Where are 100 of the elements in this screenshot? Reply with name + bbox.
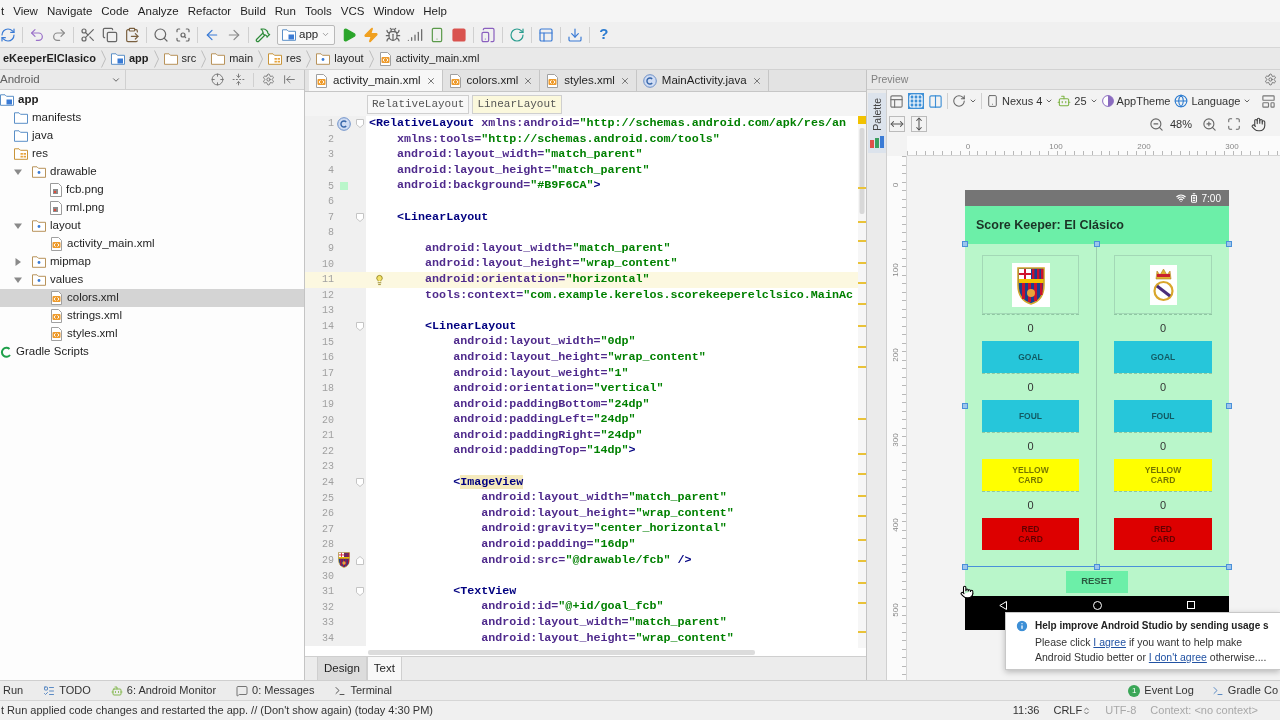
resize-handle[interactable] <box>1094 241 1100 247</box>
bug-icon[interactable] <box>385 26 402 43</box>
editor-mode-tab[interactable]: Design <box>317 657 367 680</box>
tree-item[interactable]: rml.png <box>0 199 304 217</box>
resize-handle[interactable] <box>962 403 968 409</box>
undo-icon[interactable] <box>29 26 45 43</box>
breadcrumb[interactable]: eKeeperElClasico <box>0 50 99 67</box>
tree-item[interactable]: manifests <box>0 109 304 127</box>
disclosure-arrow-icon[interactable] <box>14 258 22 266</box>
editor-tab[interactable]: activity_main.xml <box>309 70 443 91</box>
tool-window-button[interactable]: 0: Messages <box>236 682 315 699</box>
tree-item[interactable]: values <box>0 271 304 289</box>
redo-icon[interactable] <box>51 26 67 43</box>
tree-item[interactable]: strings.xml <box>0 307 304 325</box>
download-icon[interactable] <box>567 26 584 43</box>
menu-item[interactable]: t <box>0 4 6 18</box>
tree-item[interactable]: fcb.png <box>0 181 304 199</box>
menu-item[interactable]: Window <box>372 4 416 18</box>
palette-tab[interactable]: Palette <box>867 93 886 153</box>
breadcrumb[interactable]: activity_main.xml <box>375 50 483 67</box>
editor-tab[interactable]: styles.xml <box>540 70 637 91</box>
language-dropdown[interactable]: Language <box>1174 92 1252 110</box>
breadcrumb[interactable]: app <box>107 50 152 67</box>
cut-icon[interactable] <box>80 26 96 43</box>
tree-item[interactable]: mipmap <box>0 253 304 271</box>
zoom-in-icon[interactable] <box>1202 116 1217 132</box>
resize-handle[interactable] <box>1226 564 1232 570</box>
resize-handle[interactable] <box>1094 564 1100 570</box>
menu-item[interactable]: Refactor <box>186 4 233 18</box>
breadcrumb[interactable]: src <box>160 50 200 67</box>
close-icon[interactable] <box>619 75 630 86</box>
tree-item[interactable]: layout <box>0 217 304 235</box>
team-action-button[interactable]: FOUL <box>1114 400 1212 432</box>
tool-window-button[interactable]: Run <box>3 682 24 699</box>
structure-breadcrumb[interactable]: LinearLayout <box>472 94 562 114</box>
menu-item[interactable]: Tools <box>303 4 333 18</box>
team-action-button[interactable]: YELLOW CARD <box>1114 459 1212 491</box>
close-icon[interactable] <box>425 75 436 86</box>
team-action-button[interactable]: GOAL <box>1114 341 1212 373</box>
hammer-icon[interactable] <box>255 26 271 43</box>
menu-item[interactable]: Navigate <box>45 4 94 18</box>
tree-item[interactable]: java <box>0 127 304 145</box>
close-icon[interactable] <box>751 75 762 86</box>
tree-item[interactable]: styles.xml <box>0 325 304 343</box>
horizontal-arrows-icon[interactable] <box>889 116 905 132</box>
tool-window-button[interactable]: Gradle Co <box>1211 682 1278 699</box>
disclosure-arrow-icon[interactable] <box>14 168 22 176</box>
collapse-icon[interactable] <box>232 73 245 86</box>
breadcrumb[interactable]: main <box>208 50 256 67</box>
menu-item[interactable]: Help <box>422 4 448 18</box>
settings-icon[interactable] <box>262 73 275 86</box>
stop-icon[interactable] <box>451 26 468 43</box>
hand-icon[interactable] <box>1251 116 1266 132</box>
crosshair-icon[interactable] <box>211 73 224 86</box>
theme-button[interactable]: AppTheme <box>1101 92 1171 110</box>
resize-handle[interactable] <box>1226 403 1232 409</box>
sync-icon[interactable] <box>0 26 16 43</box>
menu-item[interactable]: Build <box>239 4 267 18</box>
device-dropdown[interactable]: Nexus 4 <box>986 92 1054 110</box>
resize-handle[interactable] <box>962 564 968 570</box>
breadcrumb[interactable]: layout <box>313 50 367 67</box>
scan-search-icon[interactable] <box>175 26 191 43</box>
link[interactable]: I don't agree <box>1148 651 1207 663</box>
tool-window-button[interactable]: 6: Android Monitor <box>110 682 217 699</box>
disclosure-arrow-icon[interactable] <box>14 276 22 284</box>
resize-handle[interactable] <box>1226 241 1232 247</box>
devices-icon[interactable] <box>480 26 497 43</box>
tree-item[interactable]: drawable <box>0 163 304 181</box>
play-icon[interactable] <box>341 26 358 43</box>
tree-item[interactable]: activity_main.xml <box>0 235 304 253</box>
editor-tab[interactable]: MainActivity.java <box>636 70 769 91</box>
tree-item[interactable]: Gradle Scripts <box>0 343 304 361</box>
line-separator-dropdown[interactable]: CRLF <box>1053 702 1092 719</box>
team-action-button[interactable]: FOUL <box>982 400 1079 432</box>
breadcrumb[interactable]: res <box>265 50 305 67</box>
copy-icon[interactable] <box>102 26 118 43</box>
lightbulb-icon[interactable] <box>374 272 385 287</box>
lightning-icon[interactable] <box>363 26 380 43</box>
menu-item[interactable]: View <box>12 4 39 18</box>
api-level-dropdown[interactable]: 25 <box>1057 92 1098 110</box>
columns-icon[interactable] <box>928 93 943 109</box>
team-action-button[interactable]: GOAL <box>982 341 1079 373</box>
zoom-out-icon[interactable] <box>1148 116 1164 132</box>
tool-window-button[interactable]: TODO <box>43 682 91 699</box>
corners-icon[interactable] <box>1227 117 1241 131</box>
arrow-to-line-icon[interactable] <box>283 73 296 86</box>
layout-icon[interactable] <box>538 26 555 43</box>
tool-window-button[interactable]: Terminal <box>334 682 392 699</box>
paste-icon[interactable] <box>124 26 140 43</box>
layout-icon[interactable] <box>1261 93 1276 109</box>
structure-breadcrumb[interactable]: RelativeLayout <box>367 94 470 114</box>
editor-tab[interactable]: colors.xml <box>442 70 541 91</box>
menu-item[interactable]: VCS <box>339 4 366 18</box>
menu-item[interactable]: Run <box>273 4 297 18</box>
disclosure-arrow-icon[interactable] <box>14 222 22 230</box>
layout-icon[interactable] <box>889 93 904 109</box>
tree-item[interactable]: colors.xml <box>0 289 304 307</box>
vertical-arrows-icon[interactable] <box>911 116 927 132</box>
run-config-dropdown[interactable]: app <box>277 24 336 45</box>
tool-window-button[interactable]: 1 Event Log <box>1128 682 1194 699</box>
